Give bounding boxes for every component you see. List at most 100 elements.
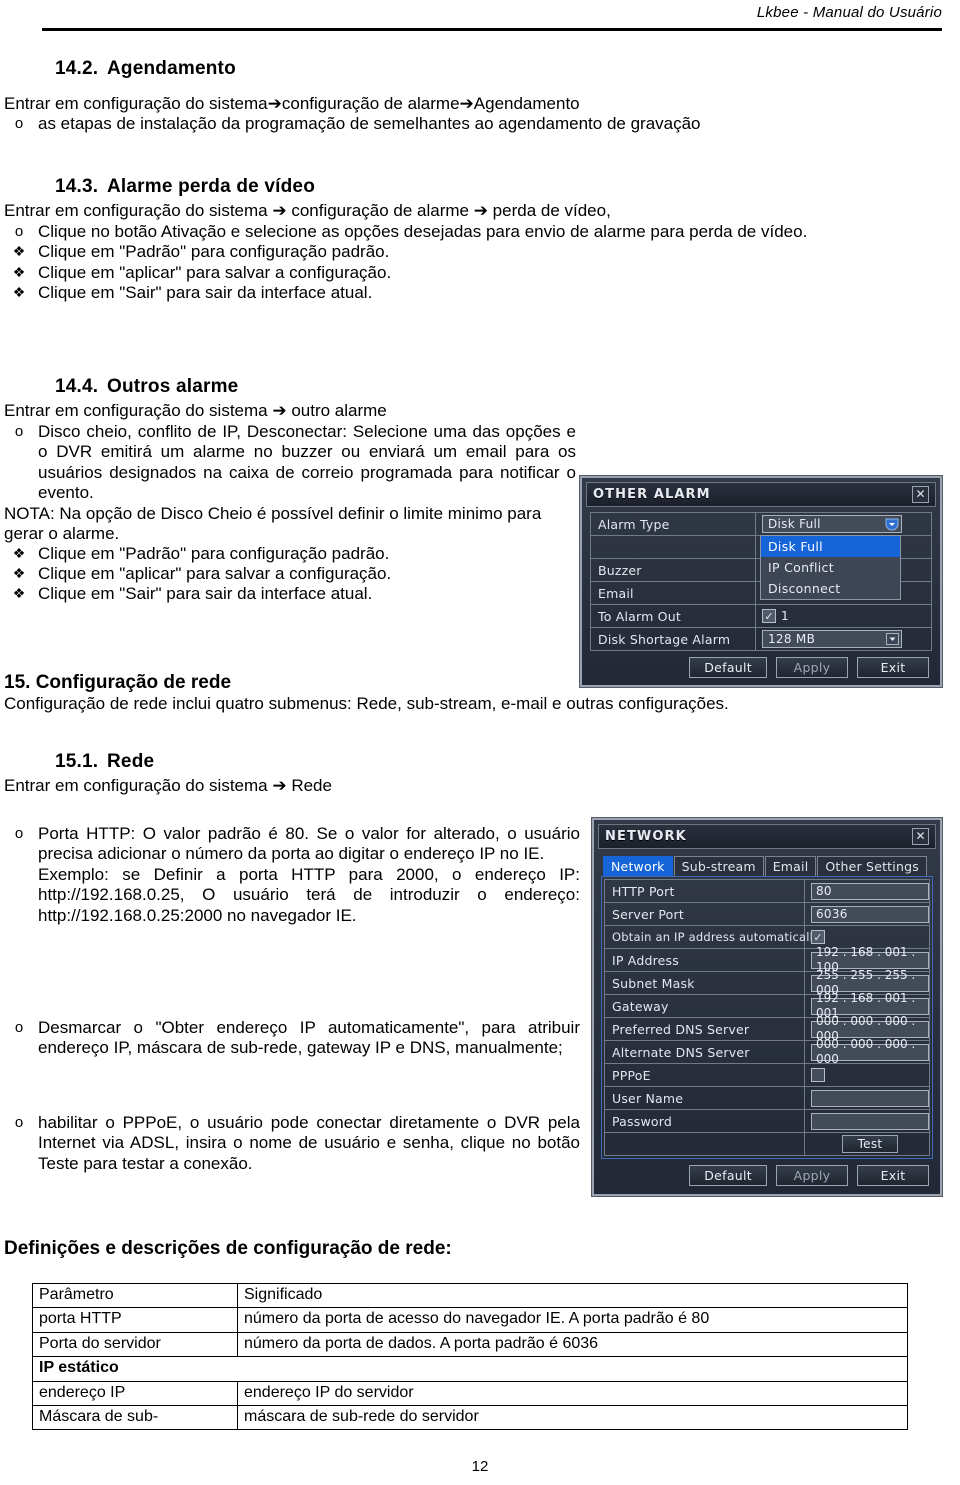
table-caption-block: Definições e descrições de configuração …: [0, 1238, 960, 1260]
apply-button[interactable]: Apply: [776, 1165, 848, 1186]
disk-shortage-combo[interactable]: 128 MB: [762, 630, 902, 648]
label-alternate-dns-server: Alternate DNS Server: [605, 1041, 805, 1063]
tab-other-settings[interactable]: Other Settings: [817, 856, 927, 876]
bullet-marker: ❖: [12, 565, 26, 582]
heading-15-1: 15.1. Rede: [0, 751, 960, 773]
list-item: Exemplo: se Definir a porta HTTP para 20…: [0, 865, 580, 926]
dropdown-option-ip-conflict[interactable]: IP Conflict: [761, 557, 900, 578]
table-cell-param: Porta do servidor: [32, 1331, 238, 1358]
page-header: Lkbee - Manual do Usuário: [0, 4, 960, 22]
list-item: o Clique no botão Ativação e selecione a…: [0, 222, 960, 242]
row-http-port: HTTP Port 80: [605, 880, 929, 903]
header-rule: [42, 28, 942, 31]
pppoe-checkbox[interactable]: [811, 1068, 825, 1082]
heading-15-1-title: Rede: [107, 751, 155, 772]
chevron-down-icon[interactable]: [884, 632, 900, 646]
tab-sub-stream[interactable]: Sub-stream: [673, 856, 764, 876]
para-15-intro: Configuração de rede inclui quatro subme…: [4, 694, 729, 713]
bullet-marker: ❖: [12, 544, 26, 561]
label-subnet-mask: Subnet Mask: [605, 972, 805, 994]
network-titlebar: NETWORK ✕: [598, 824, 936, 849]
dropdown-option-disk-full[interactable]: Disk Full: [761, 536, 900, 557]
close-icon[interactable]: ✕: [912, 486, 929, 503]
password-input[interactable]: [811, 1112, 929, 1130]
heading-15-number: 15.: [4, 672, 31, 693]
alarm-type-dropdown-list[interactable]: Disk Full IP Conflict Disconnect: [760, 535, 901, 600]
http-port-input[interactable]: 80: [811, 882, 929, 900]
other-alarm-title: OTHER ALARM: [593, 487, 711, 502]
to-alarm-out-value: 1: [781, 609, 789, 623]
heading-15-title: Configuração de rede: [35, 672, 232, 693]
chevron-down-icon[interactable]: [884, 517, 900, 531]
row-pppoe: PPPoE: [605, 1064, 929, 1087]
label-disk-shortage-alarm: Disk Shortage Alarm: [591, 628, 756, 650]
label-ip-address: IP Address: [605, 949, 805, 971]
heading-14-2: 14.2. Agendamento: [0, 58, 960, 80]
gateway-input[interactable]: 192 . 168 . 001 . 001: [811, 991, 929, 1020]
heading-14-3-number: 14.3.: [55, 176, 99, 197]
alarm-type-combo[interactable]: Disk Full: [762, 515, 902, 533]
label-email: Email: [591, 582, 756, 604]
label-spacer: [591, 536, 756, 558]
section-15-1: 15.1. Rede Entrar em configuração do sist…: [0, 751, 960, 796]
bullet-text: Clique em "Padrão" para configuração pad…: [38, 242, 390, 262]
bullet-marker: o: [14, 223, 24, 241]
dropdown-option-disconnect[interactable]: Disconnect: [761, 578, 900, 599]
network-buttons: Default Apply Exit: [598, 1159, 936, 1189]
bullet-text: Exemplo: se Definir a porta HTTP para 20…: [38, 864, 580, 925]
table-row: Porta do servidor número da porta de dad…: [32, 1331, 908, 1358]
label-preferred-dns-server: Preferred DNS Server: [605, 1018, 805, 1040]
tab-email[interactable]: Email: [764, 856, 817, 876]
heading-14-4-title: Outros alarme: [107, 376, 239, 397]
server-port-input[interactable]: 6036: [811, 905, 929, 923]
network-panel: HTTP Port 80 Server Port 6036 Obtain an …: [601, 876, 933, 1159]
table-caption: Definições e descrições de configuração …: [4, 1238, 452, 1259]
subnet-mask-input[interactable]: 255 . 255 . 255 . 000: [811, 968, 929, 997]
table-header-parametro: Parâmetro: [32, 1282, 238, 1309]
obtain-ip-automatically-checkbox[interactable]: ✓: [811, 930, 825, 944]
section-14-2: 14.2. Agendamento Entrar em configuração …: [0, 58, 960, 134]
network-dialog[interactable]: NETWORK ✕ Network Sub-stream Email Other…: [592, 818, 942, 1196]
tab-network[interactable]: Network: [603, 856, 673, 876]
heading-14-2-number: 14.2.: [55, 58, 99, 79]
table-header-row: Parâmetro Significado: [32, 1282, 908, 1309]
label-gateway: Gateway: [605, 995, 805, 1017]
network-tabs: Network Sub-stream Email Other Settings: [598, 854, 936, 876]
alternate-dns-server-input[interactable]: 000 . 000 . 000 . 000: [811, 1037, 929, 1066]
other-alarm-dialog[interactable]: OTHER ALARM ✕ Alarm Type Disk Full Buzze…: [580, 476, 942, 687]
bullet-marker: ❖: [12, 585, 26, 602]
bullet-marker: o: [14, 1019, 24, 1036]
list-item: o Disco cheio, conflito de IP, Desconect…: [0, 422, 576, 504]
bullet-text: Clique no botão Ativação e selecione as …: [38, 222, 808, 242]
row-disk-shortage-alarm: Disk Shortage Alarm 128 MB: [591, 628, 931, 651]
heading-14-2-title: Agendamento: [107, 58, 236, 79]
row-password: Password: [605, 1110, 929, 1133]
test-button[interactable]: Test: [842, 1135, 898, 1153]
bullet-text: Desmarcar o "Obter endereço IP automatic…: [38, 1018, 580, 1058]
heading-14-3-title: Alarme perda de vídeo: [107, 176, 315, 197]
user-name-input[interactable]: [811, 1089, 929, 1107]
table-row: IP estático: [32, 1356, 908, 1382]
bullet-marker: ❖: [12, 284, 26, 301]
alarm-type-value: Disk Full: [768, 517, 821, 531]
section-15: 15. Configuração de rede Configuração de…: [0, 672, 960, 714]
bullet-text: as etapas de instalação da programação d…: [38, 114, 701, 134]
ip-address-input[interactable]: 192 . 168 . 001 . 100: [811, 945, 929, 974]
heading-14-3: 14.3. Alarme perda de vídeo: [0, 176, 960, 198]
row-alarm-type: Alarm Type Disk Full: [591, 513, 931, 536]
to-alarm-out-checkbox[interactable]: ✓: [762, 609, 776, 623]
disk-shortage-value: 128 MB: [768, 632, 816, 646]
close-icon[interactable]: ✕: [912, 828, 929, 845]
list-item: ❖ Clique em "Sair" para sair da interfac…: [0, 283, 960, 303]
preferred-dns-server-input[interactable]: 000 . 000 . 000 . 000: [811, 1014, 929, 1043]
row-server-port: Server Port 6036: [605, 903, 929, 926]
row-user-name: User Name: [605, 1087, 929, 1110]
bullet-marker: o: [14, 423, 24, 441]
default-button[interactable]: Default: [689, 1165, 767, 1186]
bullet-marker: o: [14, 115, 24, 133]
section-14-3: 14.3. Alarme perda de vídeo Entrar em con…: [0, 176, 960, 304]
network-definitions-table: Parâmetro Significado porta HTTP número …: [32, 1282, 908, 1431]
bullet-text: Disco cheio, conflito de IP, Desconectar…: [38, 422, 576, 503]
label-http-port: HTTP Port: [605, 880, 805, 902]
exit-button[interactable]: Exit: [857, 1165, 929, 1186]
